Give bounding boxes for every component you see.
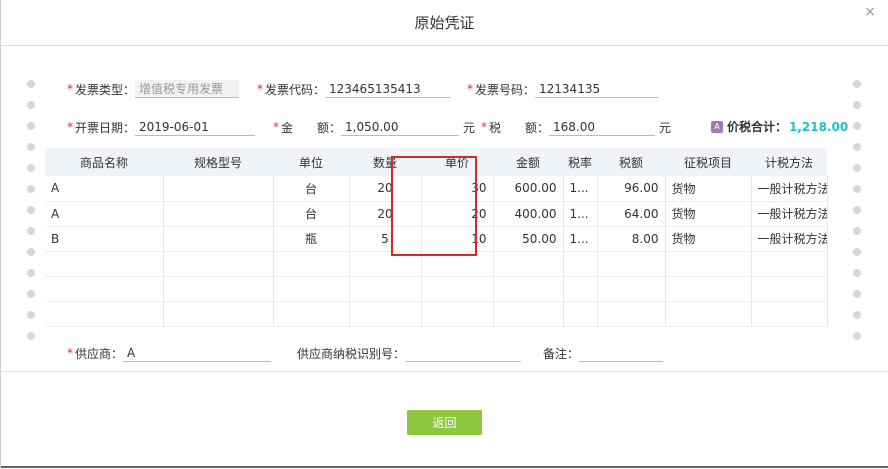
invoice-number-field[interactable]: 12134135 — [535, 80, 660, 98]
issue-date-field[interactable]: 2019-06-01 — [135, 118, 256, 136]
voucher-dialog: 原始凭证 × * 发票类型： 增值税专用发票 * 发票代码： 123465135… — [0, 0, 888, 469]
col-header: 商品名称 — [45, 148, 163, 176]
cell: A — [45, 201, 164, 227]
table-row[interactable]: A 台 20 30 600.00 1... 96.00 货物 一般计税方法-..… — [45, 176, 828, 202]
amount-label: 金 额： — [281, 120, 342, 135]
invoice-number-row: * 发票号码： 12134135 — [467, 80, 660, 98]
issue-date-row: * 开票日期： 2019-06-01 — [67, 118, 256, 136]
supplier-tax-id-field[interactable] — [405, 344, 522, 362]
col-header: 税率 — [563, 148, 597, 176]
cell: 96.00 — [597, 176, 666, 202]
invoice-type-field[interactable]: 增值税专用发票 — [135, 80, 240, 98]
col-header: 规格型号 — [163, 148, 273, 176]
cell: A — [45, 176, 164, 202]
tax-unit: 元 — [659, 120, 672, 135]
col-header: 数量 — [349, 148, 421, 176]
table-row-empty — [45, 276, 828, 302]
calculator-icon: A — [711, 120, 723, 133]
punch-holes-right — [853, 80, 863, 353]
cell — [163, 176, 274, 202]
return-button[interactable]: 返回 — [407, 410, 482, 435]
supplier-field[interactable]: A — [123, 344, 272, 362]
cell: 20 — [349, 176, 422, 202]
col-header: 金额 — [493, 148, 563, 176]
cell — [163, 226, 274, 252]
col-header: 单位 — [273, 148, 349, 176]
cell: 货物 — [665, 176, 752, 202]
cell: 一般计税方法-... — [751, 176, 828, 202]
cell: 1... — [563, 176, 598, 202]
dialog-titlebar: 原始凭证 × — [1, 0, 888, 46]
invoice-code-label: 发票代码： — [265, 82, 326, 97]
total-label: 价税合计： — [727, 120, 788, 134]
cell: 1... — [563, 226, 598, 252]
cell: 50.00 — [493, 226, 564, 252]
punch-holes-left — [27, 80, 37, 353]
cell: 20 — [349, 201, 422, 227]
cell: 30 — [421, 176, 494, 202]
dialog-title: 原始凭证 — [414, 14, 475, 32]
cell: 台 — [273, 176, 350, 202]
total-value: 1,218.00 — [789, 119, 849, 134]
col-header: 征税项目 — [665, 148, 751, 176]
cell: 400.00 — [493, 201, 564, 227]
col-header: 单价 — [421, 148, 493, 176]
table-row[interactable]: B 瓶 5 10 50.00 1... 8.00 货物 一般计税方法-... — [45, 226, 828, 252]
cell: 64.00 — [597, 201, 666, 227]
tax-row: * 税 额： 168.00 元 — [481, 118, 672, 136]
cell: 1... — [563, 201, 598, 227]
cell — [163, 201, 274, 227]
footer-divider — [1, 371, 888, 372]
remark-label: 备注： — [543, 346, 580, 361]
tax-field[interactable]: 168.00 — [549, 118, 656, 136]
invoice-type-label: 发票类型： — [75, 82, 136, 97]
amount-unit: 元 — [463, 120, 476, 135]
cell: 600.00 — [493, 176, 564, 202]
col-header: 计税方法 — [751, 148, 827, 176]
table-row[interactable]: A 台 20 20 400.00 1... 64.00 货物 一般计税方法-..… — [45, 201, 828, 227]
supplier-label: 供应商： — [75, 346, 124, 361]
table-row-empty — [45, 301, 828, 327]
supplier-row: * 供应商： A — [67, 344, 272, 362]
invoice-number-label: 发票号码： — [475, 82, 536, 97]
amount-row: * 金 额： 1,050.00 元 — [273, 118, 476, 136]
voucher-form: * 发票类型： 增值税专用发票 * 发票代码： 123465135413 * 发… — [25, 72, 865, 370]
cell: 瓶 — [273, 226, 350, 252]
invoice-type-row: * 发票类型： 增值税专用发票 — [67, 80, 240, 98]
cell: 20 — [421, 201, 494, 227]
cell: 10 — [421, 226, 494, 252]
cell: B — [45, 226, 164, 252]
cell: 一般计税方法-... — [751, 201, 828, 227]
remark-field[interactable] — [579, 344, 664, 362]
cell: 一般计税方法-... — [751, 226, 828, 252]
supplier-tax-id-row: 供应商纳税识别号： — [297, 344, 522, 362]
table-header-row: 商品名称 规格型号 单位 数量 单价 金额 税率 税额 征税项目 计税方法 — [45, 148, 827, 176]
items-table: 商品名称 规格型号 单位 数量 单价 金额 税率 税额 征税项目 计税方法 A … — [45, 148, 828, 327]
tax-label: 税 额： — [489, 120, 550, 135]
cell: 5 — [349, 226, 422, 252]
total-row: A 价税合计： 1,218.00 — [711, 118, 848, 135]
remark-row: 备注： — [543, 344, 664, 362]
bottom-border — [1, 466, 888, 468]
table-row-empty — [45, 251, 828, 277]
supplier-tax-id-label: 供应商纳税识别号： — [297, 346, 406, 361]
amount-field[interactable]: 1,050.00 — [341, 118, 460, 136]
invoice-code-row: * 发票代码： 123465135413 — [257, 80, 452, 98]
issue-date-label: 开票日期： — [75, 120, 136, 135]
cell: 货物 — [665, 201, 752, 227]
cell: 台 — [273, 201, 350, 227]
close-icon[interactable]: × — [864, 4, 876, 20]
col-header: 税额 — [597, 148, 665, 176]
invoice-code-field[interactable]: 123465135413 — [325, 80, 452, 98]
cell: 8.00 — [597, 226, 666, 252]
cell: 货物 — [665, 226, 752, 252]
